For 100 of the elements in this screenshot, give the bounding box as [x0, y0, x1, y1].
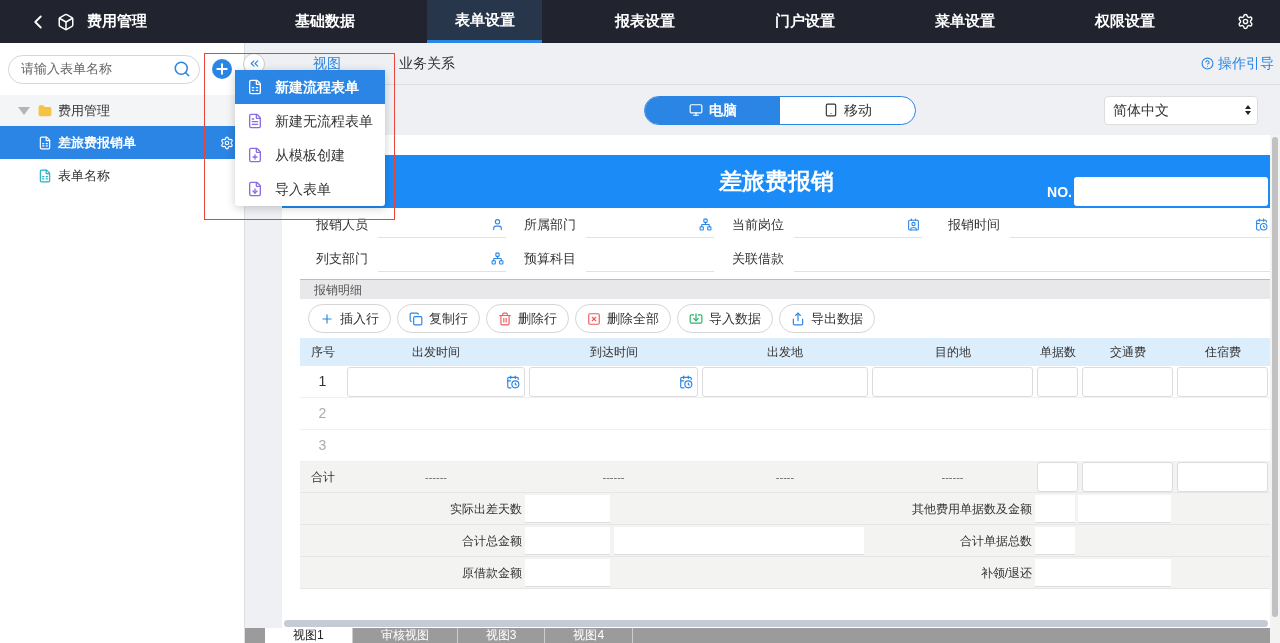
expand-icon[interactable]: [18, 106, 30, 115]
input-field[interactable]: [1035, 526, 1075, 555]
settings-icon[interactable]: [1237, 13, 1254, 30]
folder-icon: [38, 103, 52, 118]
number-label: NO.: [1047, 183, 1072, 202]
summary-label: 原借款金额: [461, 564, 523, 582]
nav-tab[interactable]: 报表设置: [587, 0, 702, 43]
nav-tab[interactable]: 菜单设置: [907, 0, 1022, 43]
column-header: 序号: [309, 344, 336, 361]
nav-tab[interactable]: 基础数据: [267, 0, 382, 43]
copy-icon: [409, 311, 423, 326]
app-title: 费用管理: [87, 11, 147, 32]
trash-icon: [498, 311, 512, 326]
column-header: 目的地: [933, 344, 972, 361]
help-icon: [1201, 57, 1214, 70]
cube-icon: [57, 12, 75, 31]
input-field[interactable]: [525, 558, 610, 587]
action-button[interactable]: 导入数据: [677, 304, 773, 333]
total-field: ------: [941, 468, 964, 486]
spreadsheet-file-icon: [247, 79, 263, 95]
summary-label: 合计总金额: [461, 532, 523, 550]
input-field[interactable]: [614, 526, 864, 555]
input-field[interactable]: [1177, 462, 1268, 492]
form-file-icon: [38, 135, 52, 150]
form-file-icon: [38, 168, 52, 183]
plus-icon: [214, 61, 230, 77]
input-field[interactable]: [1037, 366, 1078, 397]
plus-icon: [320, 311, 334, 326]
total-field: ------: [425, 468, 447, 486]
clear-icon: [587, 311, 601, 326]
nav-tab[interactable]: 门户设置: [747, 0, 862, 43]
input-field[interactable]: [525, 526, 610, 555]
device-tab[interactable]: 电脑: [645, 96, 780, 124]
action-button[interactable]: 删除行: [486, 304, 569, 333]
total-field: -----: [775, 468, 795, 486]
column-header: 出发地: [766, 344, 804, 361]
summary-label: 补领/退还: [979, 564, 1033, 582]
tablet-icon: [823, 103, 838, 117]
row-number: 2: [317, 404, 328, 423]
input-field[interactable]: [529, 366, 698, 397]
total-field: ------: [602, 468, 625, 486]
nav-tab[interactable]: 权限设置: [1067, 0, 1182, 43]
input-field[interactable]: [1035, 558, 1171, 587]
input-field[interactable]: [525, 494, 610, 523]
action-button[interactable]: 插入行: [308, 304, 391, 333]
calendar-icon: [1255, 218, 1268, 231]
totals-label: 合计: [309, 469, 336, 486]
row-number: 1: [317, 372, 328, 391]
field-label: 所属部门: [524, 216, 577, 235]
item-label: 差旅费报销单: [58, 133, 137, 152]
column-header: 单据数: [1038, 344, 1077, 361]
input-field[interactable]: [702, 366, 868, 397]
nav-tab[interactable]: 表单设置: [427, 0, 542, 43]
select-arrows-icon: [1245, 105, 1251, 115]
file-plus-icon: [247, 147, 263, 163]
summary-label: 合计单据总数: [959, 532, 1033, 550]
calendar-icon: [679, 374, 693, 389]
input-field[interactable]: [347, 366, 525, 397]
action-button[interactable]: 导出数据: [779, 304, 875, 333]
item-label: 表单名称: [58, 166, 111, 185]
column-header: 交通费: [1108, 344, 1147, 361]
field-label: 预算科目: [524, 250, 577, 269]
input-field[interactable]: [1078, 494, 1171, 523]
number-field[interactable]: [1074, 177, 1268, 206]
input-field[interactable]: [1082, 462, 1173, 492]
input-field[interactable]: [1177, 366, 1268, 397]
section-header: 报销明细: [300, 279, 1270, 299]
horizontal-scrollbar[interactable]: [284, 620, 1268, 627]
input-field[interactable]: [1082, 366, 1173, 397]
input-field[interactable]: [1035, 494, 1075, 523]
device-tab[interactable]: 移动: [780, 96, 915, 124]
menu-item[interactable]: 新建流程表单: [235, 70, 385, 104]
field-label: 报销时间: [948, 216, 1001, 235]
monitor-icon: [688, 103, 703, 117]
search-icon[interactable]: [173, 60, 191, 78]
column-header: 出发时间: [411, 344, 461, 361]
search-input[interactable]: 请输入表单名称: [21, 59, 173, 79]
input-field[interactable]: [872, 366, 1033, 397]
form-title: 差旅费报销: [718, 167, 834, 197]
add-button[interactable]: [212, 59, 232, 79]
calendar-icon: [506, 374, 520, 389]
org-chart-icon: [699, 218, 712, 231]
view-tab[interactable]: 业务关系: [399, 53, 455, 74]
column-header: 到达时间: [588, 344, 639, 361]
input-field[interactable]: [1037, 462, 1078, 492]
person-icon: [491, 218, 504, 231]
summary-label: 其他费用单据数及金额: [911, 500, 1033, 518]
sheet-tab[interactable]: 视图1: [265, 628, 353, 643]
field-label: 关联借款: [732, 250, 785, 269]
file-download-icon: [247, 181, 263, 197]
action-button[interactable]: 复制行: [397, 304, 480, 333]
summary-label: 实际出差天数: [449, 500, 523, 518]
import-icon: [689, 311, 703, 326]
org-chart-icon: [491, 252, 504, 265]
language-select[interactable]: 简体中文: [1104, 95, 1258, 125]
field-label: 列支部门: [316, 250, 369, 269]
vertical-scrollbar[interactable]: [1270, 135, 1280, 643]
document-icon: [247, 113, 263, 129]
column-header: 住宿费: [1203, 344, 1242, 361]
action-button[interactable]: 删除全部: [575, 304, 671, 333]
